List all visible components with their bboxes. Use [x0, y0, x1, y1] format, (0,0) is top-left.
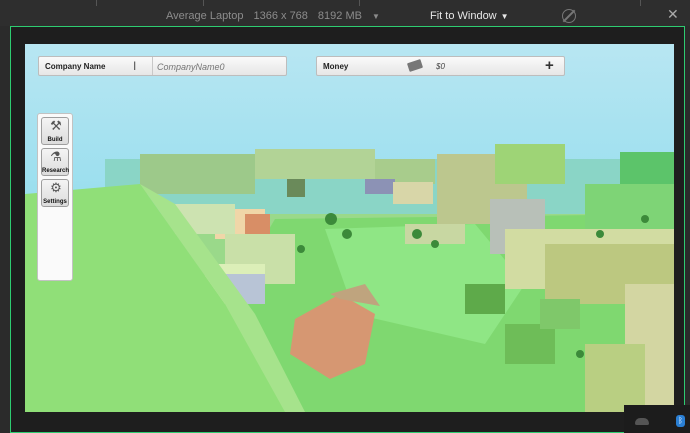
money-value: $0	[436, 62, 445, 71]
device-memory: 8192 MB	[317, 10, 362, 22]
zoom-label: Fit to Window	[430, 10, 497, 22]
research-button[interactable]: ⚗ Research	[41, 148, 69, 176]
block	[365, 179, 395, 194]
add-money-button[interactable]: +	[545, 58, 554, 74]
tree	[596, 230, 604, 238]
company-name-label: Company Name	[45, 62, 106, 71]
game-viewport[interactable]: Company Name I Money $0 + ⚒ Build ⚗ Rese…	[25, 44, 674, 412]
block	[393, 182, 433, 204]
system-tray: ᛒ	[624, 405, 690, 433]
tree	[325, 213, 337, 225]
game-scene	[25, 44, 674, 412]
cloud-icon[interactable]	[635, 418, 649, 425]
build-button[interactable]: ⚒ Build	[41, 117, 69, 145]
device-resolution: 1366 x 768	[253, 10, 308, 22]
gear-icon: ⚙	[50, 180, 62, 195]
block	[585, 344, 645, 412]
tree	[431, 240, 439, 248]
money-icon	[406, 59, 424, 72]
toolbar-tab-edge	[359, 0, 641, 6]
chevron-down-icon: ▼	[371, 11, 380, 21]
block	[140, 154, 255, 194]
company-name-input[interactable]	[157, 60, 281, 73]
device-name: Average Laptop	[166, 10, 244, 22]
build-label: Build	[47, 137, 63, 143]
tree	[540, 299, 580, 329]
chevron-down-icon: ▼	[500, 12, 509, 21]
bluetooth-icon[interactable]: ᛒ	[676, 415, 685, 427]
block	[585, 184, 674, 229]
company-name-bar: Company Name I	[38, 56, 287, 76]
research-label: Research	[42, 168, 70, 174]
tree	[465, 284, 505, 314]
divider	[152, 57, 153, 75]
zoom-selector[interactable]: Fit to Window ▼	[430, 10, 509, 22]
sidebar: ⚒ Build ⚗ Research ⚙ Settings	[37, 113, 73, 281]
tree	[342, 229, 352, 239]
emulator-toolbar: Average Laptop 1366 x 768 8192 MB ▼ Fit …	[0, 0, 690, 26]
settings-label: Settings	[43, 199, 67, 205]
money-bar: Money $0 +	[316, 56, 565, 76]
toolbar-tab-edge	[96, 0, 204, 6]
block	[287, 179, 305, 197]
block	[255, 149, 375, 179]
flask-icon: ⚗	[50, 149, 62, 164]
tree	[412, 229, 422, 239]
text-cursor-icon: I	[133, 59, 137, 73]
money-label: Money	[323, 62, 349, 71]
tree	[576, 350, 584, 358]
tree	[505, 324, 555, 364]
close-icon[interactable]: ✕	[667, 6, 679, 23]
tree	[641, 215, 649, 223]
orientation-icon[interactable]	[562, 9, 576, 23]
tree	[297, 245, 305, 253]
settings-button[interactable]: ⚙ Settings	[41, 179, 69, 207]
tools-icon: ⚒	[50, 118, 62, 133]
device-selector[interactable]: Average Laptop 1366 x 768 8192 MB ▼	[166, 10, 380, 22]
block	[495, 144, 565, 184]
